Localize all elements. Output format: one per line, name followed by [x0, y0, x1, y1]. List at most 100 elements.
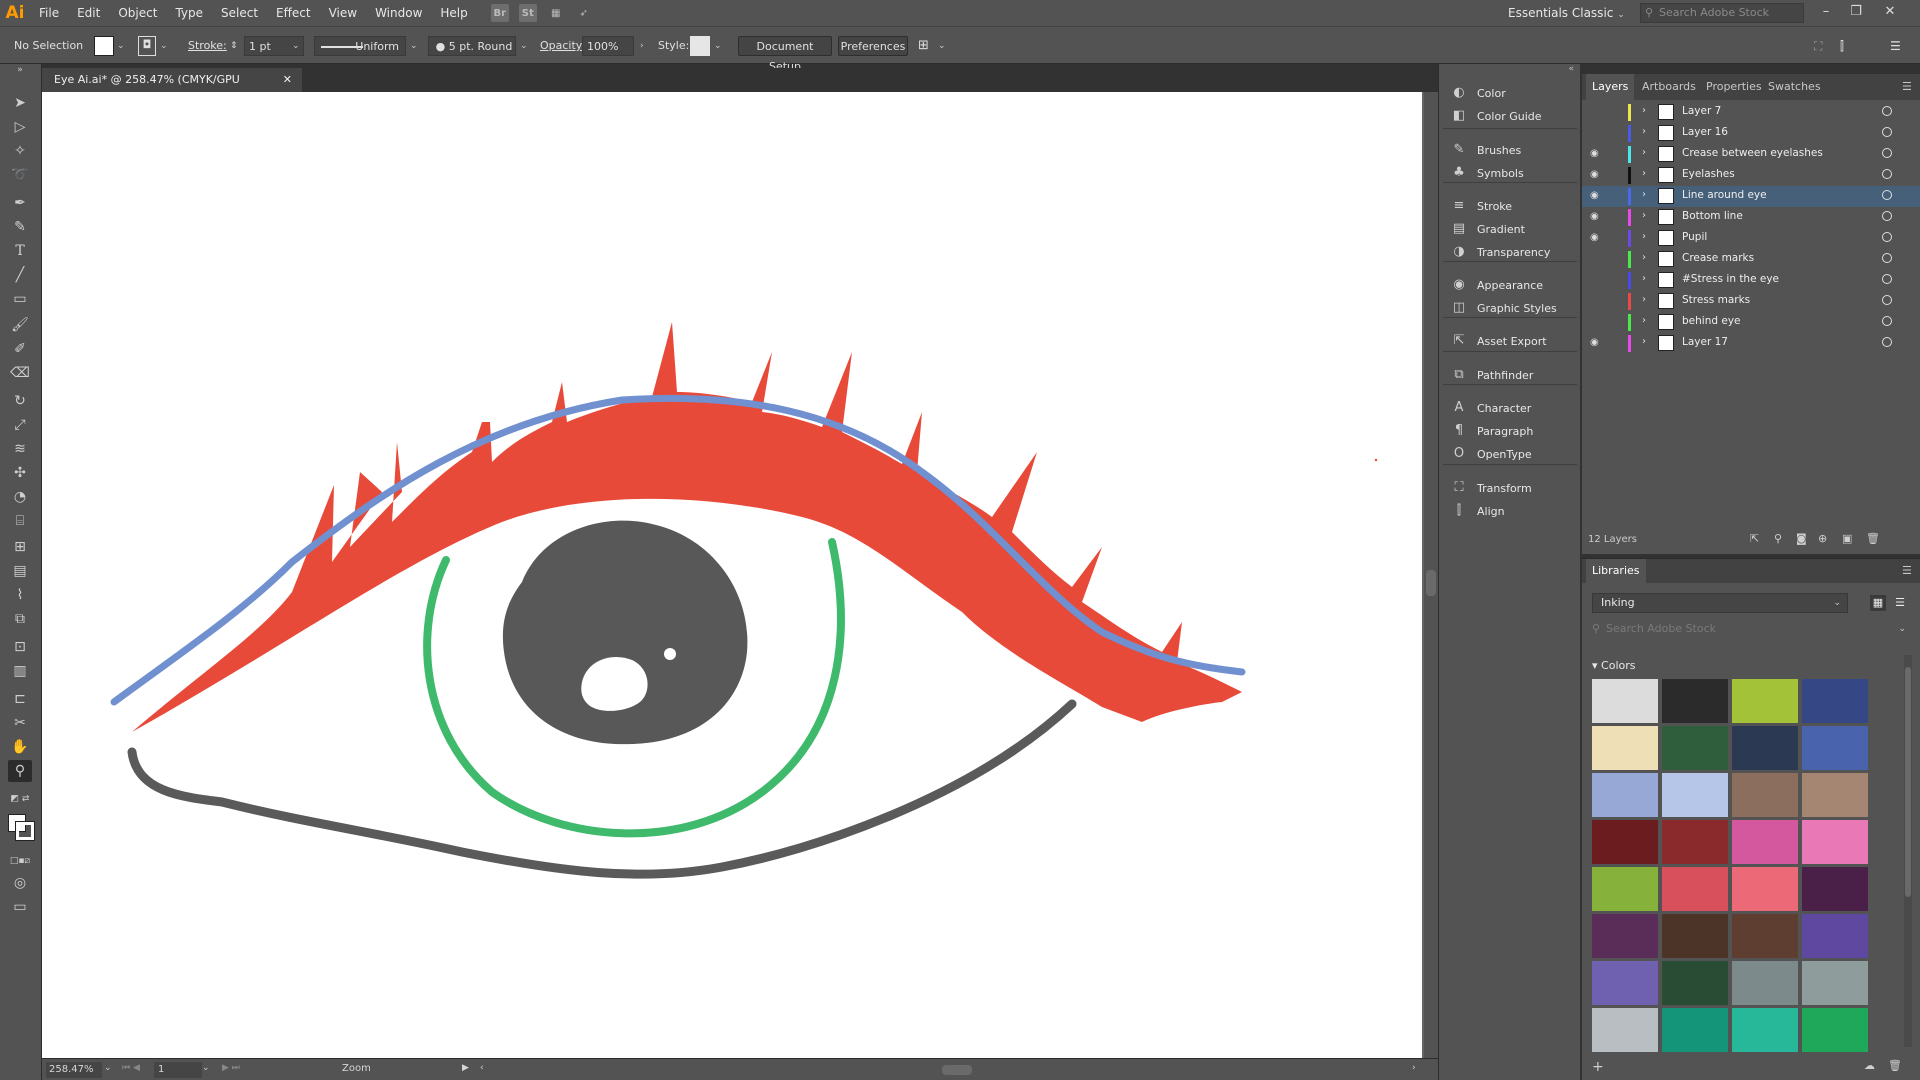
- libraries-scrollbar[interactable]: [1904, 655, 1912, 1047]
- grid-view-icon[interactable]: ▦: [1870, 595, 1886, 611]
- color-swatch[interactable]: [1732, 961, 1798, 1005]
- dock-item-pathfinder[interactable]: ⧉ Pathfinder: [1439, 362, 1581, 388]
- layer-row[interactable]: › #Stress in the eye: [1582, 270, 1920, 291]
- artboard-nav-last-icon[interactable]: ▶ ⏭: [222, 1063, 240, 1073]
- restore-button[interactable]: ❐: [1842, 0, 1870, 26]
- variable-width-profile[interactable]: Uniform: [314, 36, 406, 56]
- magic-wand-tool-icon[interactable]: ✧: [8, 140, 32, 162]
- layer-row[interactable]: › Layer 16: [1582, 123, 1920, 144]
- document-tab[interactable]: Eye Ai.ai* @ 258.47% (CMYK/GPU Preview) …: [42, 68, 302, 110]
- color-swatch[interactable]: [1662, 914, 1728, 958]
- expand-chevron-icon[interactable]: ›: [1642, 210, 1646, 221]
- delete-library-item-icon[interactable]: 🗑: [1888, 1059, 1902, 1072]
- pen-tool-icon[interactable]: ✒: [8, 192, 32, 214]
- color-swatch[interactable]: [1802, 961, 1868, 1005]
- expand-chevron-icon[interactable]: ›: [1642, 147, 1646, 158]
- screen-mode-icon[interactable]: ▭: [8, 896, 32, 918]
- visibility-eye-icon[interactable]: ◉: [1590, 337, 1599, 348]
- panel-menu-icon[interactable]: ☰: [1890, 36, 1901, 56]
- layer-row[interactable]: ◉ › Line around eye: [1582, 186, 1920, 207]
- library-dropdown[interactable]: Inking ⌄: [1592, 593, 1848, 613]
- color-swatch[interactable]: [1802, 726, 1868, 770]
- color-swatch[interactable]: [1662, 726, 1728, 770]
- expand-chevron-icon[interactable]: ›: [1642, 315, 1646, 326]
- layer-name[interactable]: behind eye: [1682, 315, 1741, 327]
- expand-chevron-icon[interactable]: ›: [1642, 252, 1646, 263]
- cloud-sync-icon[interactable]: ☁: [1864, 1059, 1875, 1072]
- expand-chevron-icon[interactable]: ›: [1642, 231, 1646, 242]
- arrange-dropdown[interactable]: ⌄: [938, 36, 946, 56]
- brush-definition[interactable]: ● 5 pt. Round: [428, 36, 516, 56]
- color-swatch[interactable]: [1732, 726, 1798, 770]
- tab-swatches[interactable]: Swatches: [1762, 74, 1827, 100]
- expand-chevron-icon[interactable]: ›: [1642, 126, 1646, 137]
- layer-row[interactable]: › Stress marks: [1582, 291, 1920, 312]
- colors-section-heading[interactable]: ▾ Colors: [1592, 659, 1635, 672]
- arrange-documents-icon[interactable]: ▦: [547, 4, 565, 22]
- color-mode-icon[interactable]: □▪⧄: [8, 850, 32, 872]
- slice-tool-icon[interactable]: ✂: [8, 712, 32, 734]
- dock-item-align[interactable]: ⫿ Align: [1439, 498, 1581, 524]
- eraser-tool-icon[interactable]: ⌫: [8, 362, 32, 384]
- lasso-tool-icon[interactable]: ➰: [8, 164, 32, 186]
- layer-row[interactable]: › Layer 7: [1582, 102, 1920, 123]
- layer-name[interactable]: Layer 17: [1682, 336, 1728, 348]
- eyedropper-tool-icon[interactable]: ⌇: [8, 584, 32, 606]
- tab-artboards[interactable]: Artboards: [1636, 74, 1702, 100]
- scroll-thumb[interactable]: [1426, 570, 1436, 596]
- color-swatch[interactable]: [1802, 1008, 1868, 1052]
- layer-target-icon[interactable]: [1882, 148, 1892, 158]
- layer-name[interactable]: Eyelashes: [1682, 168, 1735, 180]
- shaper-tool-icon[interactable]: ✐: [8, 338, 32, 360]
- fill-swatch[interactable]: [94, 36, 114, 56]
- color-swatch[interactable]: [1802, 867, 1868, 911]
- dock-item-opentype[interactable]: O OpenType: [1439, 441, 1581, 467]
- workspace-switcher[interactable]: Essentials Classic ⌄: [1508, 0, 1625, 28]
- collapse-dock-icon[interactable]: «: [1568, 64, 1574, 74]
- default-fill-stroke-icon[interactable]: ◩ ⇄: [8, 788, 32, 810]
- layer-name[interactable]: Crease between eyelashes: [1682, 147, 1823, 159]
- artboard-nav-first-icon[interactable]: ⏮ ◀: [122, 1063, 140, 1073]
- expand-chevron-icon[interactable]: ›: [1642, 105, 1646, 116]
- visibility-eye-icon[interactable]: ◉: [1590, 190, 1599, 201]
- color-swatch[interactable]: [1802, 773, 1868, 817]
- selection-tool-icon[interactable]: ➤: [8, 92, 32, 114]
- locate-object-icon[interactable]: ⚲: [1774, 532, 1782, 545]
- canvas-area[interactable]: [42, 92, 1424, 1058]
- library-search-input[interactable]: ⚲ Search Adobe Stock ⌄: [1592, 619, 1912, 639]
- opacity-arrow[interactable]: ›: [640, 36, 644, 56]
- menu-select[interactable]: Select: [212, 0, 267, 26]
- add-content-icon[interactable]: +: [1592, 1059, 1604, 1075]
- visibility-eye-icon[interactable]: ◉: [1590, 232, 1599, 243]
- stroke-color-box[interactable]: [15, 821, 35, 841]
- color-swatch[interactable]: [1662, 961, 1728, 1005]
- layer-target-icon[interactable]: [1882, 106, 1892, 116]
- stroke-swatch[interactable]: ◘: [138, 36, 156, 56]
- expand-chevron-icon[interactable]: ›: [1642, 168, 1646, 179]
- layer-row[interactable]: ◉ › Bottom line: [1582, 207, 1920, 228]
- visibility-eye-icon[interactable]: ◉: [1590, 148, 1599, 159]
- color-swatch[interactable]: [1662, 1008, 1728, 1052]
- color-swatch[interactable]: [1732, 679, 1798, 723]
- color-swatch[interactable]: [1592, 961, 1658, 1005]
- expand-chevron-icon[interactable]: ›: [1642, 294, 1646, 305]
- document-setup-button[interactable]: Document Setup: [738, 36, 832, 73]
- layer-target-icon[interactable]: [1882, 190, 1892, 200]
- layer-name[interactable]: Stress marks: [1682, 294, 1750, 306]
- close-tab-icon[interactable]: ✕: [283, 68, 292, 92]
- layer-row[interactable]: ◉ › Layer 17: [1582, 333, 1920, 354]
- menu-effect[interactable]: Effect: [267, 0, 320, 26]
- layer-target-icon[interactable]: [1882, 295, 1892, 305]
- style-dropdown[interactable]: ⌄: [714, 36, 722, 56]
- layer-row[interactable]: ◉ › Pupil: [1582, 228, 1920, 249]
- color-swatch[interactable]: [1732, 820, 1798, 864]
- artboard-tool-icon[interactable]: ⊏: [8, 688, 32, 710]
- visibility-eye-icon[interactable]: ◉: [1590, 211, 1599, 222]
- opacity-label[interactable]: Opacity:: [540, 36, 585, 56]
- color-swatch[interactable]: [1662, 867, 1728, 911]
- symbol-sprayer-tool-icon[interactable]: ⊡: [8, 636, 32, 658]
- perspective-grid-tool-icon[interactable]: ⌸: [8, 510, 32, 532]
- layer-name[interactable]: Line around eye: [1682, 189, 1767, 201]
- gradient-tool-icon[interactable]: ▤: [8, 560, 32, 582]
- profile-dropdown[interactable]: ⌄: [410, 36, 418, 56]
